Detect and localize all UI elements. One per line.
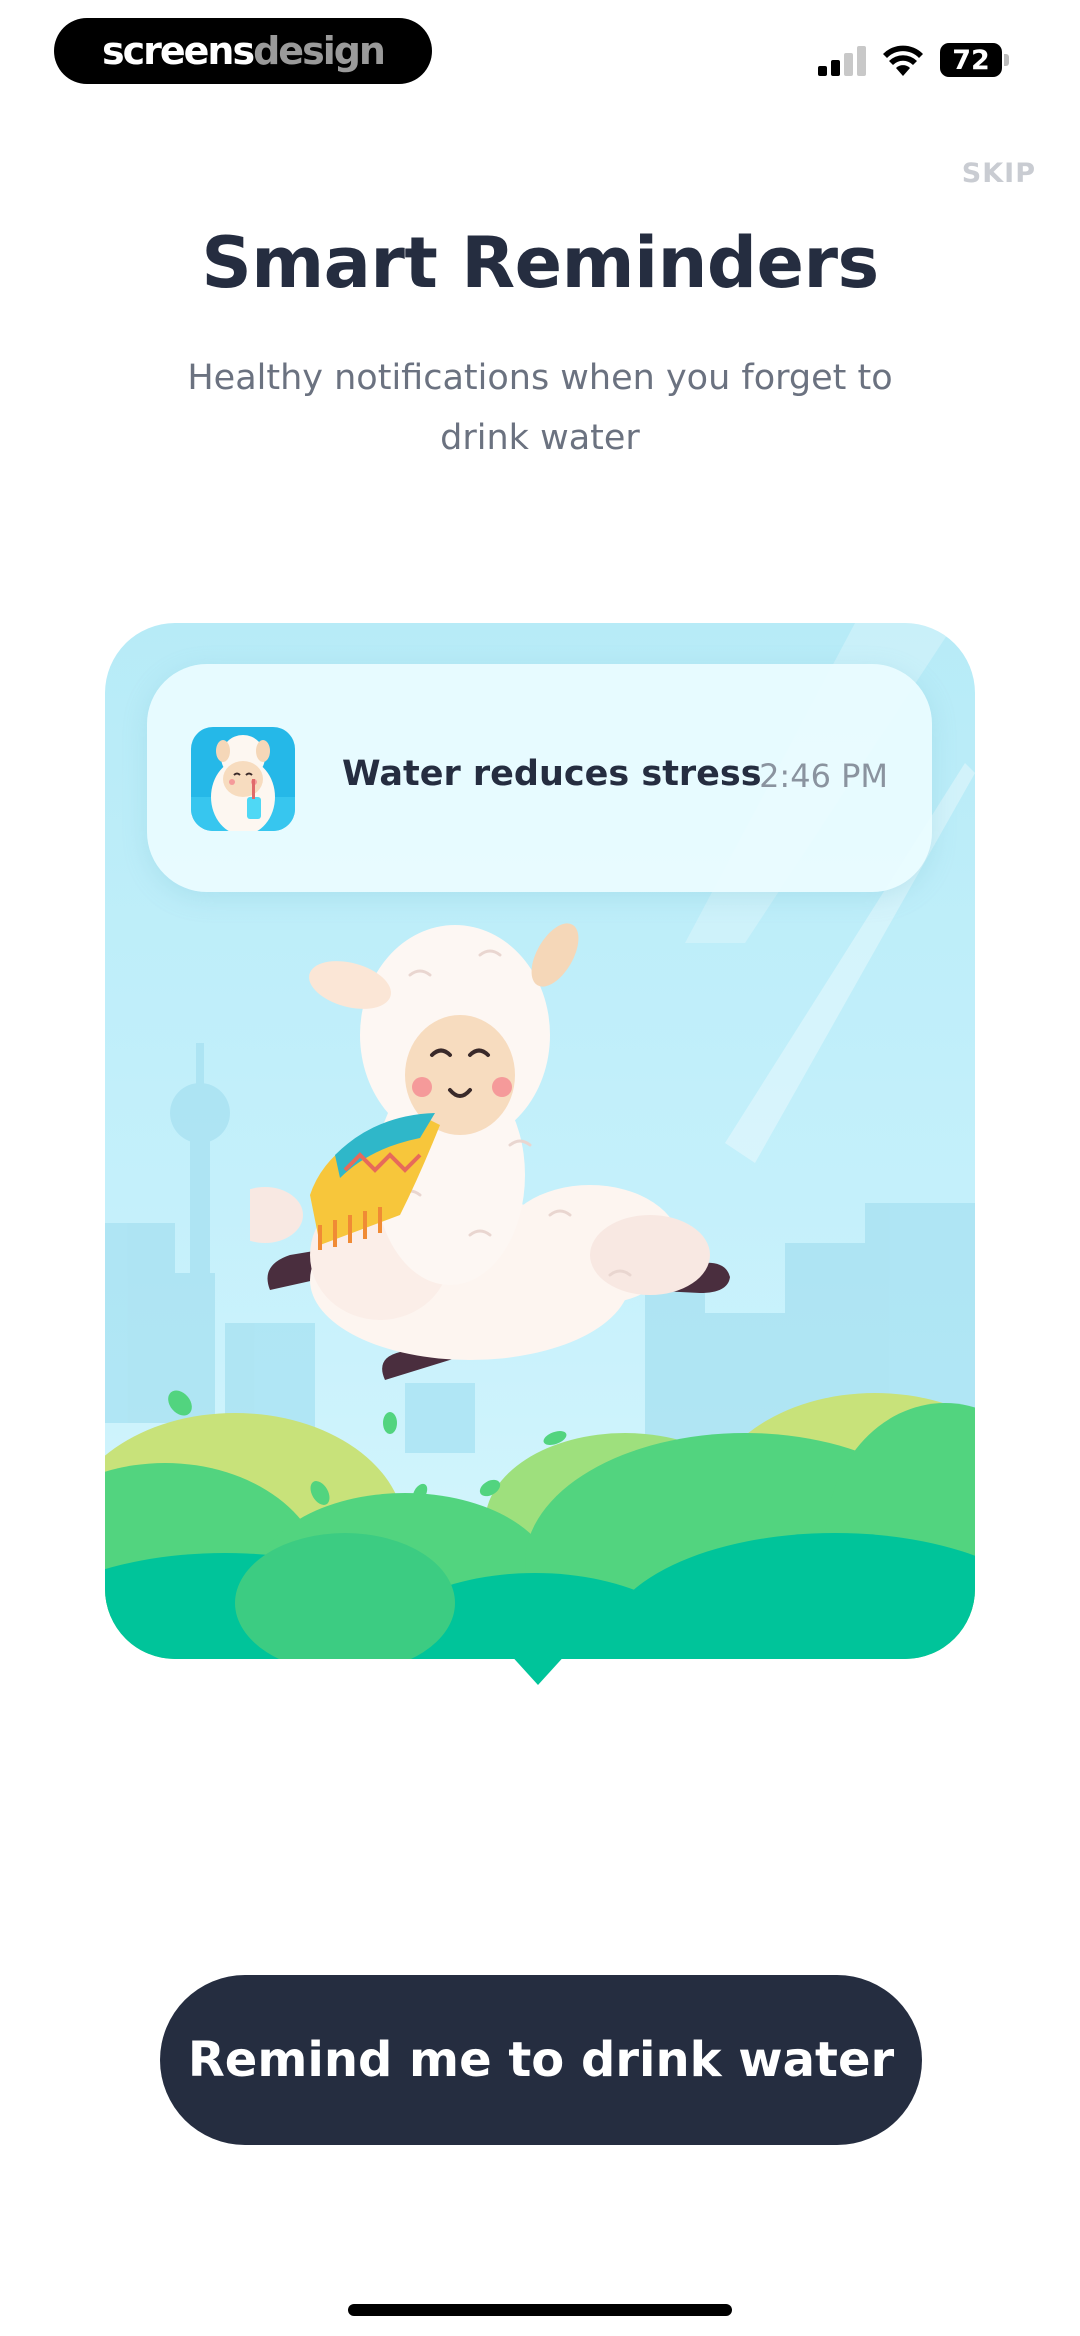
battery-cap (1004, 54, 1009, 66)
llama-illustration (250, 923, 730, 1380)
watermark-part2: design (253, 29, 386, 73)
battery-icon: 72 (940, 43, 1010, 77)
page-subtitle: Healthy notifications when you forget to… (187, 358, 893, 458)
notification-time: 2:46 PM (759, 757, 888, 795)
llama-app-icon (191, 727, 295, 831)
wifi-icon (883, 45, 923, 76)
signal-icon (818, 46, 866, 76)
battery-level: 72 (940, 43, 1002, 77)
notification-banner: Water reduces stress 2:46 PM (147, 664, 932, 892)
watermark-part1: screens (102, 29, 255, 73)
home-indicator[interactable] (348, 2304, 732, 2316)
card-pointer (488, 1630, 588, 1685)
screensdesign-watermark: screens design (54, 18, 432, 84)
page-title: Smart Reminders (201, 222, 879, 304)
remind-me-button[interactable]: Remind me to drink water (160, 1975, 922, 2145)
notification-title: Water reduces stress (342, 754, 762, 794)
skip-button[interactable]: SKIP (962, 158, 1036, 189)
